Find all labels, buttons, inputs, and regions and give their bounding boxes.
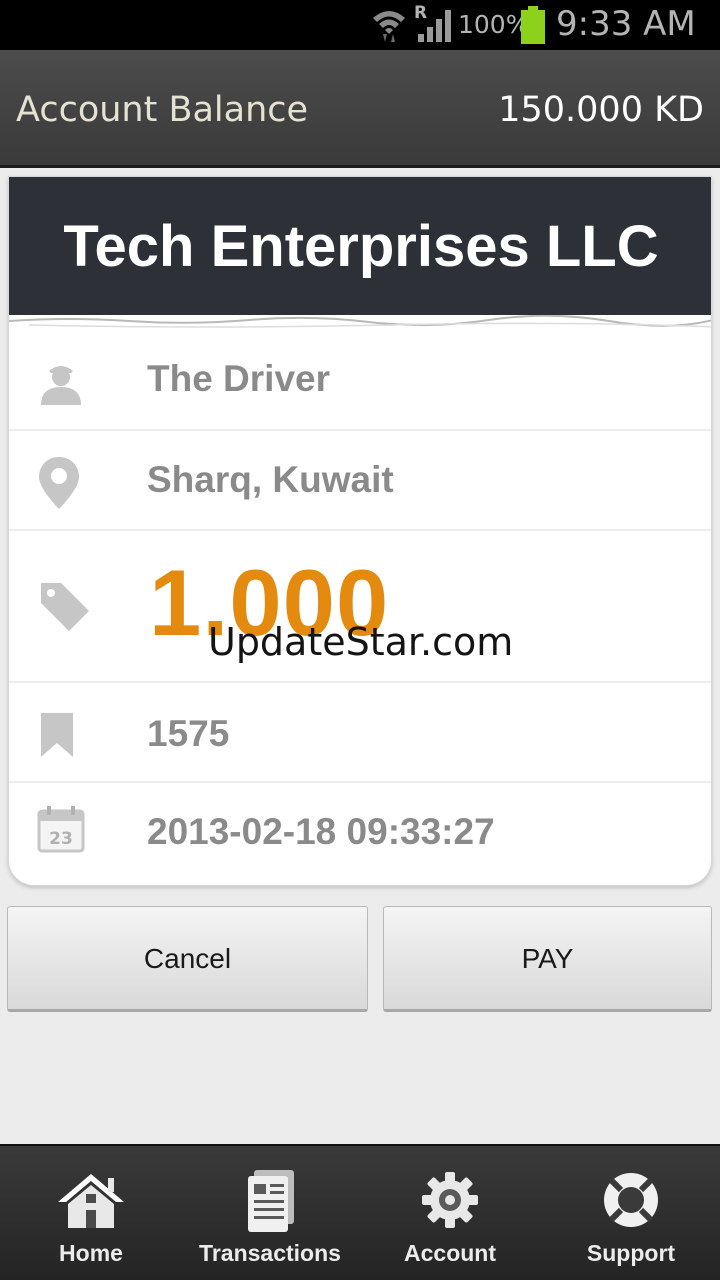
payment-card: Tech Enterprises LLC The Driver Sharq, K… xyxy=(8,176,712,886)
price-tag-icon xyxy=(37,579,91,637)
location-text: Sharq, Kuwait xyxy=(147,459,394,500)
pay-button[interactable]: PAY xyxy=(383,906,712,1012)
reference-row: 1575 xyxy=(9,683,711,783)
driver-row: The Driver xyxy=(9,331,711,431)
battery-percent: 100% xyxy=(458,10,530,39)
reference-number: 1575 xyxy=(147,713,230,754)
nav-item-account[interactable]: Account xyxy=(385,1146,515,1280)
svg-text:23: 23 xyxy=(49,829,73,849)
nav-label-home: Home xyxy=(59,1240,123,1266)
wifi-icon xyxy=(371,6,407,46)
driver-name: The Driver xyxy=(147,358,331,399)
battery-icon xyxy=(521,6,545,44)
map-pin-icon xyxy=(37,455,81,513)
home-icon xyxy=(56,1170,126,1234)
account-header: Account Balance 150.000 KD xyxy=(0,50,720,168)
status-bar: R 100% 9:33 AM xyxy=(0,0,720,50)
person-icon xyxy=(37,357,85,409)
cancel-button[interactable]: Cancel xyxy=(7,906,368,1012)
transactions-icon xyxy=(246,1170,296,1238)
date-row: 23 2013-02-18 09:33:27 xyxy=(9,783,711,885)
header-title: Account Balance xyxy=(16,90,309,130)
nav-item-home[interactable]: Home xyxy=(30,1146,152,1280)
nav-item-transactions[interactable]: Transactions xyxy=(190,1146,350,1280)
nav-item-support[interactable]: Support xyxy=(570,1146,692,1280)
signal-icon xyxy=(418,10,454,46)
bottom-nav: Home Transactions Account Support xyxy=(0,1144,720,1280)
status-clock: 9:33 AM xyxy=(556,4,696,44)
bookmark-icon xyxy=(37,711,77,763)
nav-label-account: Account xyxy=(404,1240,496,1266)
calendar-icon: 23 xyxy=(37,805,85,857)
lifebuoy-icon xyxy=(601,1170,661,1234)
watermark-text: UpdateStar.com xyxy=(208,620,514,664)
merchant-name: Tech Enterprises LLC xyxy=(9,177,711,315)
transaction-datetime: 2013-02-18 09:33:27 xyxy=(147,811,495,852)
location-row: Sharq, Kuwait xyxy=(9,431,711,531)
gear-icon xyxy=(420,1170,480,1234)
nav-label-transactions: Transactions xyxy=(199,1240,341,1266)
account-balance: 150.000 KD xyxy=(498,90,704,130)
nav-label-support: Support xyxy=(586,1240,676,1266)
